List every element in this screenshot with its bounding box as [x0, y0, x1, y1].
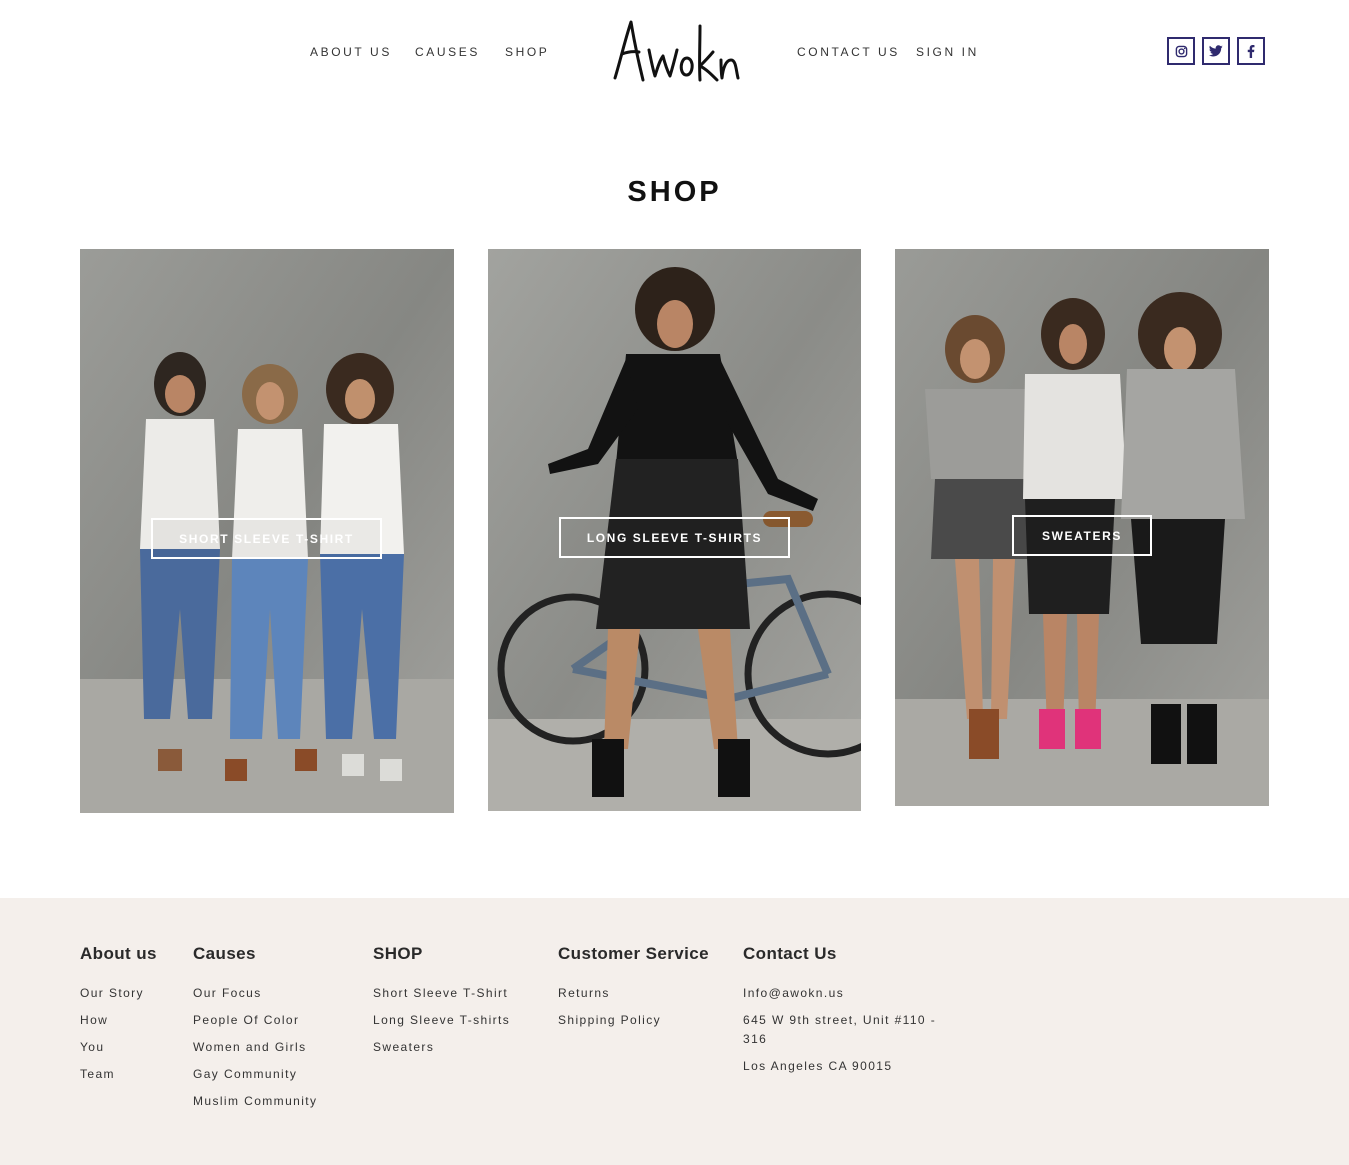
site-header: ABOUT US CAUSES SHOP CONTACT US SIGN IN: [0, 0, 1349, 105]
sweaters-button[interactable]: SWEATERS: [1012, 515, 1152, 556]
footer-link-our-story[interactable]: Our Story: [80, 984, 157, 1003]
footer-col-about: About us Our Story How You Team: [80, 944, 157, 1092]
footer-contact-city: Los Angeles CA 90015: [743, 1059, 893, 1073]
footer-link-long-sleeve[interactable]: Long Sleeve T-shirts: [373, 1011, 510, 1030]
footer-link-our-focus[interactable]: Our Focus: [193, 984, 317, 1003]
product-card-short-sleeve[interactable]: SHORT SLEEVE T-SHIRT: [80, 249, 454, 813]
footer-link-shipping-policy[interactable]: Shipping Policy: [558, 1011, 709, 1030]
nav-contact-us[interactable]: CONTACT US: [797, 45, 900, 59]
footer-heading-about: About us: [80, 944, 157, 963]
long-sleeve-button[interactable]: LONG SLEEVE T-SHIRTS: [559, 517, 790, 558]
footer-link-how[interactable]: How: [80, 1011, 157, 1030]
footer-col-contact: Contact Us Info@awokn.us 645 W 9th stree…: [743, 944, 958, 1084]
twitter-icon: [1209, 45, 1223, 57]
site-logo[interactable]: [607, 14, 743, 90]
facebook-link[interactable]: [1237, 37, 1265, 65]
footer-link-muslim-community[interactable]: Muslim Community: [193, 1092, 317, 1111]
nav-causes[interactable]: CAUSES: [415, 45, 480, 59]
footer-col-causes: Causes Our Focus People Of Color Women a…: [193, 944, 317, 1119]
footer-link-you[interactable]: You: [80, 1038, 157, 1057]
instagram-icon: [1175, 45, 1187, 57]
footer-link-returns[interactable]: Returns: [558, 984, 709, 1003]
product-card-sweaters[interactable]: SWEATERS: [895, 249, 1269, 806]
nav-about-us[interactable]: ABOUT US: [310, 45, 392, 59]
footer-heading-contact: Contact Us: [743, 944, 837, 963]
footer-col-shop: SHOP Short Sleeve T-Shirt Long Sleeve T-…: [373, 944, 510, 1065]
logo-wordmark: [613, 20, 740, 82]
footer-heading-customer-service: Customer Service: [558, 944, 709, 963]
footer-contact-address: 645 W 9th street, Unit #110 - 316: [743, 1013, 937, 1046]
footer-link-sweaters[interactable]: Sweaters: [373, 1038, 510, 1057]
short-sleeve-button[interactable]: SHORT SLEEVE T-SHIRT: [151, 518, 382, 559]
facebook-icon: [1247, 44, 1255, 58]
page-title: SHOP: [627, 176, 722, 208]
site-footer: About us Our Story How You Team Causes O…: [0, 898, 1349, 1165]
footer-link-short-sleeve[interactable]: Short Sleeve T-Shirt: [373, 984, 510, 1003]
footer-heading-shop: SHOP: [373, 944, 423, 963]
instagram-link[interactable]: [1167, 37, 1195, 65]
footer-link-people-of-color[interactable]: People Of Color: [193, 1011, 317, 1030]
footer-link-gay-community[interactable]: Gay Community: [193, 1065, 317, 1084]
footer-contact-email[interactable]: Info@awokn.us: [743, 984, 958, 1003]
footer-link-women-and-girls[interactable]: Women and Girls: [193, 1038, 317, 1057]
footer-link-team[interactable]: Team: [80, 1065, 157, 1084]
footer-heading-causes: Causes: [193, 944, 256, 963]
nav-sign-in[interactable]: SIGN IN: [916, 45, 979, 59]
nav-shop[interactable]: SHOP: [505, 45, 549, 59]
twitter-link[interactable]: [1202, 37, 1230, 65]
product-card-long-sleeve[interactable]: LONG SLEEVE T-SHIRTS: [488, 249, 861, 811]
footer-col-customer-service: Customer Service Returns Shipping Policy: [558, 944, 709, 1038]
